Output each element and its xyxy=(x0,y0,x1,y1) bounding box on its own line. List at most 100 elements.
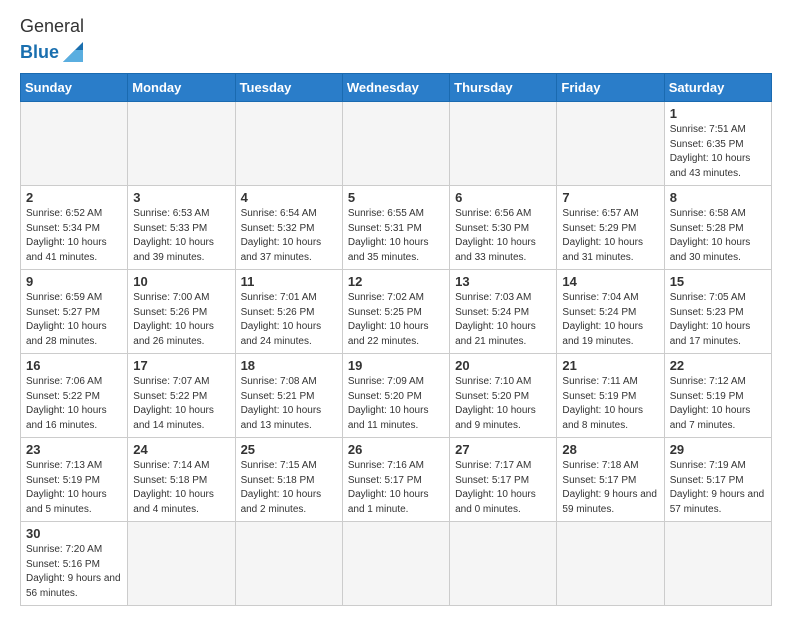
day-number: 18 xyxy=(241,358,337,373)
calendar-cell: 30 Sunrise: 7:20 AM Sunset: 5:16 PM Dayli… xyxy=(21,522,128,606)
calendar-cell xyxy=(342,102,449,186)
day-number: 11 xyxy=(241,274,337,289)
calendar-day-header: Wednesday xyxy=(342,74,449,102)
day-info: Sunrise: 7:17 AM Sunset: 5:17 PM Dayligh… xyxy=(455,459,551,517)
calendar-cell: 28 Sunrise: 7:18 AM Sunset: 5:17 PM Dayli… xyxy=(557,438,664,522)
calendar-cell: 3 Sunrise: 6:53 AM Sunset: 5:33 PM Daylig… xyxy=(128,186,235,270)
day-info: Sunrise: 6:59 AM Sunset: 5:27 PM Dayligh… xyxy=(26,291,122,349)
calendar-week-row: 30 Sunrise: 7:20 AM Sunset: 5:16 PM Dayli… xyxy=(21,522,772,606)
day-number: 3 xyxy=(133,190,229,205)
calendar-cell xyxy=(450,522,557,606)
day-number: 1 xyxy=(670,106,766,121)
day-info: Sunrise: 6:53 AM Sunset: 5:33 PM Dayligh… xyxy=(133,207,229,265)
day-number: 6 xyxy=(455,190,551,205)
day-info: Sunrise: 7:13 AM Sunset: 5:19 PM Dayligh… xyxy=(26,459,122,517)
day-info: Sunrise: 7:00 AM Sunset: 5:26 PM Dayligh… xyxy=(133,291,229,349)
day-info: Sunrise: 6:56 AM Sunset: 5:30 PM Dayligh… xyxy=(455,207,551,265)
calendar-cell: 27 Sunrise: 7:17 AM Sunset: 5:17 PM Dayli… xyxy=(450,438,557,522)
day-info: Sunrise: 7:12 AM Sunset: 5:19 PM Dayligh… xyxy=(670,375,766,433)
calendar-cell: 23 Sunrise: 7:13 AM Sunset: 5:19 PM Dayli… xyxy=(21,438,128,522)
header: General Blue xyxy=(20,16,772,63)
day-info: Sunrise: 7:01 AM Sunset: 5:26 PM Dayligh… xyxy=(241,291,337,349)
day-number: 12 xyxy=(348,274,444,289)
calendar-cell xyxy=(664,522,771,606)
logo: General Blue xyxy=(20,16,84,63)
day-info: Sunrise: 7:51 AM Sunset: 6:35 PM Dayligh… xyxy=(670,123,766,181)
day-info: Sunrise: 7:07 AM Sunset: 5:22 PM Dayligh… xyxy=(133,375,229,433)
page: General Blue SundayMondayTuesdayWednesday… xyxy=(0,0,792,626)
calendar-cell: 10 Sunrise: 7:00 AM Sunset: 5:26 PM Dayli… xyxy=(128,270,235,354)
day-number: 30 xyxy=(26,526,122,541)
calendar-header-row: SundayMondayTuesdayWednesdayThursdayFrid… xyxy=(21,74,772,102)
day-info: Sunrise: 7:20 AM Sunset: 5:16 PM Dayligh… xyxy=(26,543,122,601)
calendar-cell: 5Sunrise: 6:55 AM Sunset: 5:31 PM Daylig… xyxy=(342,186,449,270)
calendar-cell xyxy=(342,522,449,606)
calendar-day-header: Tuesday xyxy=(235,74,342,102)
calendar-cell: 26 Sunrise: 7:16 AM Sunset: 5:17 PM Dayli… xyxy=(342,438,449,522)
calendar-cell xyxy=(128,522,235,606)
day-number: 20 xyxy=(455,358,551,373)
day-number: 28 xyxy=(562,442,658,457)
calendar-cell xyxy=(557,102,664,186)
day-info: Sunrise: 7:15 AM Sunset: 5:18 PM Dayligh… xyxy=(241,459,337,517)
day-number: 29 xyxy=(670,442,766,457)
calendar-day-header: Thursday xyxy=(450,74,557,102)
logo-general: General xyxy=(20,16,84,38)
day-number: 26 xyxy=(348,442,444,457)
day-info: Sunrise: 7:08 AM Sunset: 5:21 PM Dayligh… xyxy=(241,375,337,433)
day-number: 22 xyxy=(670,358,766,373)
day-number: 13 xyxy=(455,274,551,289)
day-number: 16 xyxy=(26,358,122,373)
calendar-cell: 18 Sunrise: 7:08 AM Sunset: 5:21 PM Dayli… xyxy=(235,354,342,438)
day-number: 7 xyxy=(562,190,658,205)
calendar-cell: 7 Sunrise: 6:57 AM Sunset: 5:29 PM Daylig… xyxy=(557,186,664,270)
day-number: 4 xyxy=(241,190,337,205)
day-number: 8 xyxy=(670,190,766,205)
calendar-cell: 12 Sunrise: 7:02 AM Sunset: 5:25 PM Dayli… xyxy=(342,270,449,354)
calendar-week-row: 2Sunrise: 6:52 AM Sunset: 5:34 PM Daylig… xyxy=(21,186,772,270)
day-info: Sunrise: 7:19 AM Sunset: 5:17 PM Dayligh… xyxy=(670,459,766,517)
calendar-cell: 8 Sunrise: 6:58 AM Sunset: 5:28 PM Daylig… xyxy=(664,186,771,270)
day-info: Sunrise: 6:58 AM Sunset: 5:28 PM Dayligh… xyxy=(670,207,766,265)
day-info: Sunrise: 7:11 AM Sunset: 5:19 PM Dayligh… xyxy=(562,375,658,433)
calendar-cell: 9 Sunrise: 6:59 AM Sunset: 5:27 PM Daylig… xyxy=(21,270,128,354)
day-info: Sunrise: 7:09 AM Sunset: 5:20 PM Dayligh… xyxy=(348,375,444,433)
calendar-cell: 11 Sunrise: 7:01 AM Sunset: 5:26 PM Dayli… xyxy=(235,270,342,354)
calendar-cell: 21 Sunrise: 7:11 AM Sunset: 5:19 PM Dayli… xyxy=(557,354,664,438)
day-info: Sunrise: 7:16 AM Sunset: 5:17 PM Dayligh… xyxy=(348,459,444,517)
blue-triangle-icon xyxy=(63,42,83,62)
calendar-cell: 4Sunrise: 6:54 AM Sunset: 5:32 PM Daylig… xyxy=(235,186,342,270)
calendar-day-header: Friday xyxy=(557,74,664,102)
day-number: 15 xyxy=(670,274,766,289)
day-number: 25 xyxy=(241,442,337,457)
calendar-cell: 22 Sunrise: 7:12 AM Sunset: 5:19 PM Dayli… xyxy=(664,354,771,438)
calendar-cell: 20 Sunrise: 7:10 AM Sunset: 5:20 PM Dayli… xyxy=(450,354,557,438)
calendar-cell: 25 Sunrise: 7:15 AM Sunset: 5:18 PM Dayli… xyxy=(235,438,342,522)
day-number: 19 xyxy=(348,358,444,373)
calendar-cell: 24Sunrise: 7:14 AM Sunset: 5:18 PM Dayli… xyxy=(128,438,235,522)
calendar-cell: 29 Sunrise: 7:19 AM Sunset: 5:17 PM Dayli… xyxy=(664,438,771,522)
day-info: Sunrise: 6:52 AM Sunset: 5:34 PM Dayligh… xyxy=(26,207,122,265)
day-number: 27 xyxy=(455,442,551,457)
calendar-day-header: Saturday xyxy=(664,74,771,102)
calendar-cell: 13 Sunrise: 7:03 AM Sunset: 5:24 PM Dayli… xyxy=(450,270,557,354)
calendar-cell xyxy=(128,102,235,186)
logo-blue: Blue xyxy=(20,42,59,64)
calendar-day-header: Monday xyxy=(128,74,235,102)
calendar-week-row: 1 Sunrise: 7:51 AM Sunset: 6:35 PM Daylig… xyxy=(21,102,772,186)
calendar: SundayMondayTuesdayWednesdayThursdayFrid… xyxy=(20,73,772,606)
calendar-cell xyxy=(557,522,664,606)
calendar-day-header: Sunday xyxy=(21,74,128,102)
day-number: 21 xyxy=(562,358,658,373)
day-info: Sunrise: 7:02 AM Sunset: 5:25 PM Dayligh… xyxy=(348,291,444,349)
day-number: 10 xyxy=(133,274,229,289)
day-info: Sunrise: 7:03 AM Sunset: 5:24 PM Dayligh… xyxy=(455,291,551,349)
calendar-cell: 19 Sunrise: 7:09 AM Sunset: 5:20 PM Dayli… xyxy=(342,354,449,438)
calendar-cell xyxy=(21,102,128,186)
day-number: 9 xyxy=(26,274,122,289)
day-info: Sunrise: 7:18 AM Sunset: 5:17 PM Dayligh… xyxy=(562,459,658,517)
calendar-cell: 16Sunrise: 7:06 AM Sunset: 5:22 PM Dayli… xyxy=(21,354,128,438)
day-info: Sunrise: 7:10 AM Sunset: 5:20 PM Dayligh… xyxy=(455,375,551,433)
day-number: 23 xyxy=(26,442,122,457)
day-info: Sunrise: 6:57 AM Sunset: 5:29 PM Dayligh… xyxy=(562,207,658,265)
